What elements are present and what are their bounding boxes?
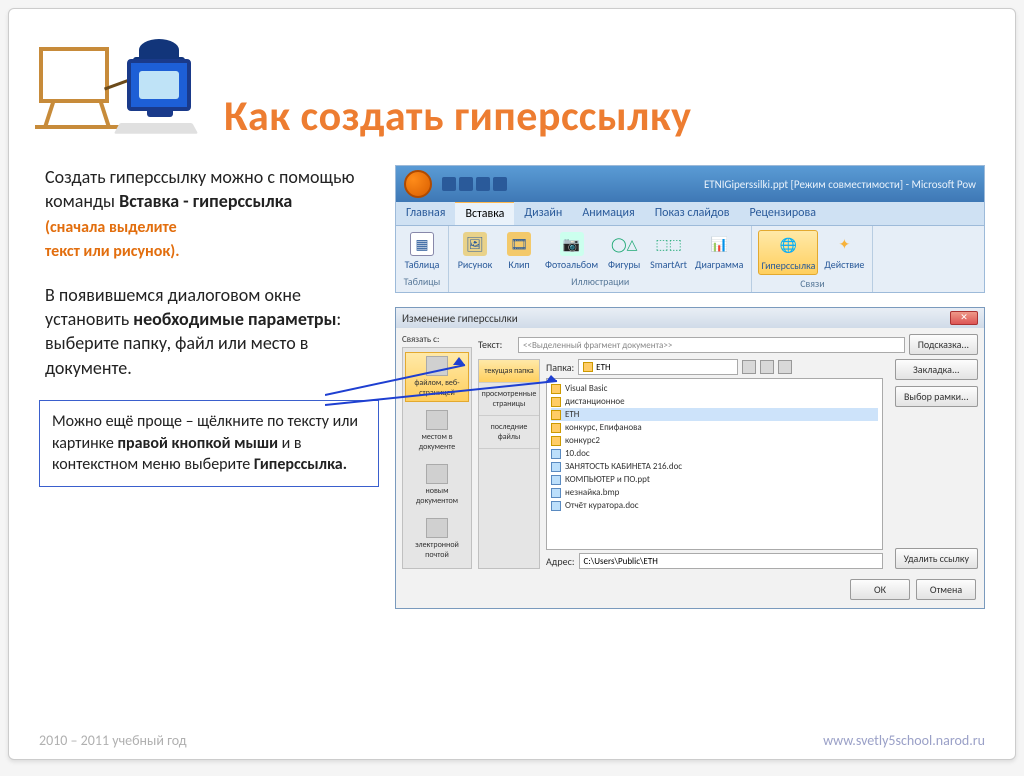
- link-to-option[interactable]: местом в документе: [405, 406, 469, 456]
- look-in-option[interactable]: текущая папка: [479, 360, 539, 383]
- file-row[interactable]: Visual Basic: [551, 382, 878, 395]
- up-folder-icon[interactable]: [742, 360, 756, 374]
- right-screenshots-column: ETNIGiperssilki.ppt [Режим совместимости…: [395, 165, 985, 609]
- browse-web-icon[interactable]: [760, 360, 774, 374]
- powerpoint-ribbon: ETNIGiperssilki.ppt [Режим совместимости…: [395, 165, 985, 293]
- file-list[interactable]: Visual BasicдистанционноеETHконкурс, Епи…: [546, 378, 883, 550]
- left-text-column: Создать гиперссылку можно с помощью кома…: [39, 165, 379, 609]
- slide: Как создать гиперссылку Создать гиперссы…: [8, 8, 1016, 760]
- footer-link[interactable]: www.svetly5school.narod.ru: [823, 732, 985, 749]
- close-icon[interactable]: ✕: [950, 311, 978, 325]
- file-row[interactable]: незнайка.bmp: [551, 486, 878, 499]
- tab-home[interactable]: Главная: [396, 202, 455, 225]
- btn-clip[interactable]: 🎞Клип: [499, 230, 539, 273]
- tab-animation[interactable]: Анимация: [572, 202, 644, 225]
- file-row[interactable]: 10.doc: [551, 447, 878, 460]
- btn-target-frame[interactable]: Выбор рамки...: [895, 386, 978, 407]
- address-label: Адрес:: [546, 555, 575, 568]
- link-to-label: Связать с:: [402, 334, 472, 345]
- address-field[interactable]: C:\Users\Public\ETH: [579, 553, 883, 569]
- text-label: Текст:: [478, 338, 514, 351]
- btn-bookmark[interactable]: Закладка...: [895, 359, 978, 380]
- folder-icon: [551, 397, 561, 407]
- folder-combo[interactable]: ETH: [578, 359, 738, 375]
- window-title: ETNIGiperssilki.ppt [Режим совместимости…: [704, 178, 976, 191]
- link-to-panel: файлом, веб-страницейместом в документен…: [402, 347, 472, 569]
- file-row[interactable]: КОМПЬЮТЕР и ПО.ppt: [551, 473, 878, 486]
- link-to-icon: [426, 356, 448, 376]
- paragraph-1: Создать гиперссылку можно с помощью кома…: [39, 165, 379, 263]
- office-button-icon[interactable]: [404, 170, 432, 198]
- paragraph-2: В появившемся диалоговом окне установить…: [39, 283, 379, 380]
- hyperlink-dialog: Изменение гиперссылки ✕ Связать с: файло…: [395, 307, 985, 609]
- file-row[interactable]: Отчёт куратора.doc: [551, 499, 878, 512]
- file-row[interactable]: конкурс, Епифанова: [551, 421, 878, 434]
- link-to-icon: [426, 410, 448, 430]
- footer-year: 2010 – 2011 учебный год: [39, 732, 187, 749]
- tab-review[interactable]: Рецензирова: [740, 202, 826, 225]
- slide-footer: 2010 – 2011 учебный год www.svetly5schoo…: [39, 732, 985, 749]
- folder-icon: [583, 362, 593, 372]
- btn-shapes[interactable]: ◯△Фигуры: [604, 230, 644, 273]
- ribbon-tabs: Главная Вставка Дизайн Анимация Показ сл…: [396, 202, 984, 226]
- btn-table[interactable]: ▦Таблица: [402, 230, 442, 273]
- btn-hyperlink[interactable]: 🌐Гиперссылка: [758, 230, 818, 275]
- btn-chart[interactable]: 📊Диаграмма: [693, 230, 745, 273]
- group-links: 🌐Гиперссылка ✦Действие Связи: [752, 226, 873, 292]
- tab-design[interactable]: Дизайн: [514, 202, 572, 225]
- page-title: Как создать гиперссылку: [224, 27, 692, 142]
- link-to-option[interactable]: новым документом: [405, 460, 469, 510]
- link-to-icon: [426, 518, 448, 538]
- quick-access-toolbar[interactable]: [442, 177, 507, 191]
- look-in-option[interactable]: последние файлы: [479, 416, 539, 449]
- look-in-option[interactable]: просмотренные страницы: [479, 383, 539, 416]
- btn-remove-link[interactable]: Удалить ссылку: [895, 548, 978, 569]
- file-icon: [551, 462, 561, 472]
- dialog-title: Изменение гиперссылки: [402, 312, 518, 325]
- btn-picture[interactable]: 🖼Рисунок: [455, 230, 495, 273]
- browse-file-icon[interactable]: [778, 360, 792, 374]
- dialog-titlebar: Изменение гиперссылки ✕: [396, 308, 984, 328]
- folder-icon: [551, 423, 561, 433]
- group-illustrations: 🖼Рисунок 🎞Клип 📷Фотоальбом ◯△Фигуры ⬚⬚Sm…: [449, 226, 752, 292]
- link-to-icon: [426, 464, 448, 484]
- folder-icon: [551, 436, 561, 446]
- tab-insert[interactable]: Вставка: [455, 202, 514, 225]
- btn-screentip[interactable]: Подсказка...: [909, 334, 978, 355]
- globe-chain-icon: 🌐: [776, 233, 800, 257]
- file-row[interactable]: ЗАНЯТОСТЬ КАБИНЕТА 216.doc: [551, 460, 878, 473]
- folder-icon: [551, 384, 561, 394]
- btn-smartart[interactable]: ⬚⬚SmartArt: [648, 230, 689, 273]
- tip-box: Можно ещё проще – щёлкните по тексту или…: [39, 400, 379, 487]
- btn-ok[interactable]: ОК: [850, 579, 910, 600]
- file-icon: [551, 449, 561, 459]
- tab-slideshow[interactable]: Показ слайдов: [645, 202, 740, 225]
- file-icon: [551, 475, 561, 485]
- link-to-option[interactable]: файлом, веб-страницей: [405, 352, 469, 402]
- btn-action[interactable]: ✦Действие: [822, 230, 866, 275]
- group-tables: ▦Таблица Таблицы: [396, 226, 449, 292]
- btn-album[interactable]: 📷Фотоальбом: [543, 230, 600, 273]
- file-row[interactable]: конкурс2: [551, 434, 878, 447]
- btn-cancel[interactable]: Отмена: [916, 579, 976, 600]
- text-field[interactable]: <<Выделенный фрагмент документа>>: [518, 337, 905, 353]
- file-icon: [551, 488, 561, 498]
- link-to-option[interactable]: электронной почтой: [405, 514, 469, 564]
- slide-header: Как создать гиперссылку: [39, 27, 985, 147]
- folder-label: Папка:: [546, 361, 574, 374]
- look-in-panel: текущая папкапросмотренные страницыпосле…: [478, 359, 540, 569]
- folder-icon: [551, 410, 561, 420]
- file-row[interactable]: дистанционное: [551, 395, 878, 408]
- file-row[interactable]: ETH: [551, 408, 878, 421]
- clipart-computer-teacher: [39, 27, 204, 147]
- window-titlebar: ETNIGiperssilki.ppt [Режим совместимости…: [396, 166, 984, 202]
- file-icon: [551, 501, 561, 511]
